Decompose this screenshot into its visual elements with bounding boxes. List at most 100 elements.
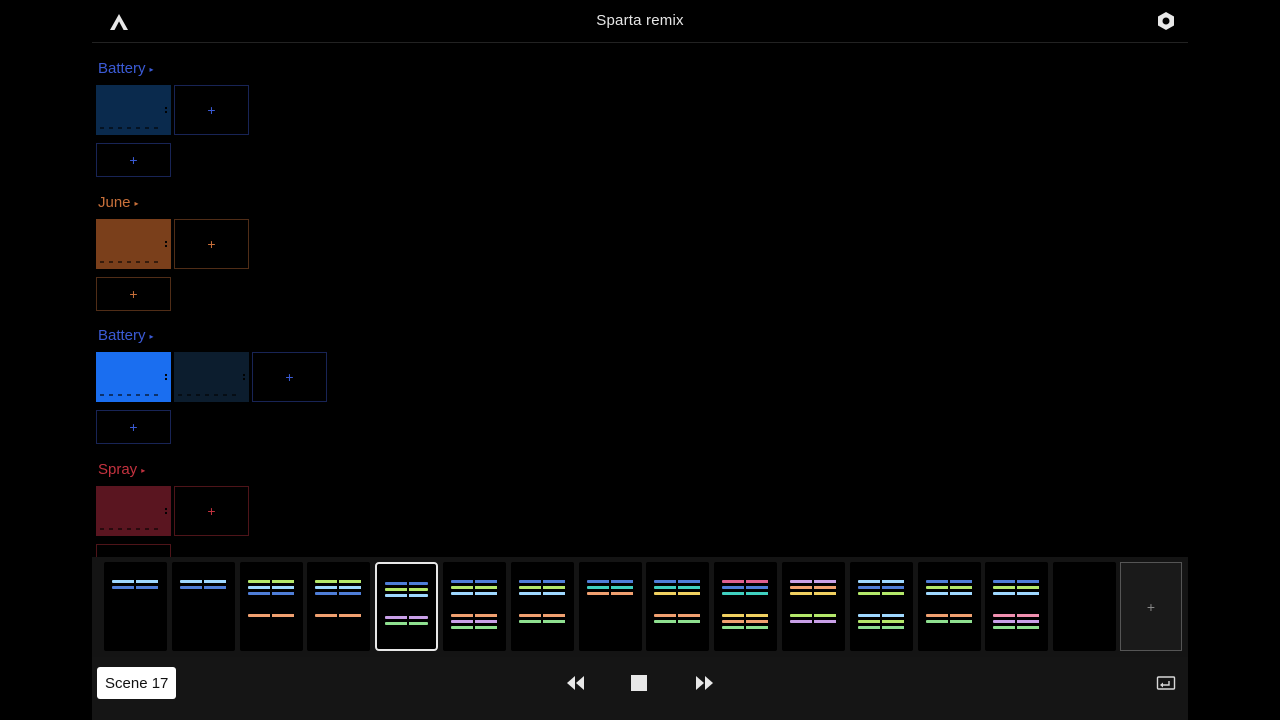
scene-track-bar: [518, 614, 566, 617]
add-track-clip-button[interactable]: +: [96, 410, 171, 444]
scene-track-bar: [451, 580, 498, 583]
scene-track-bar: [247, 592, 295, 595]
scene-track-bar: [451, 626, 498, 629]
scene-track-bar: [722, 626, 770, 629]
scene-track-bar: [722, 620, 770, 623]
scene-track-bar: [857, 614, 905, 617]
scene-track-bar: [315, 580, 363, 583]
scene-track-bar: [385, 582, 429, 585]
scene-track-bar: [993, 586, 1041, 589]
add-clip-button[interactable]: +: [174, 486, 249, 536]
add-track-clip-button[interactable]: +: [96, 143, 171, 177]
scene-track-bar: [518, 592, 566, 595]
track-name-label: June: [98, 194, 131, 211]
clip-menu-icon[interactable]: [165, 106, 167, 114]
scene-track-bar: [315, 592, 363, 595]
scene-track-bar: [925, 620, 973, 623]
scene-track-bar: [385, 588, 429, 591]
scene-track-bar: [179, 580, 227, 583]
clip[interactable]: [96, 486, 171, 536]
add-clip-button[interactable]: +: [174, 85, 249, 135]
clip[interactable]: [96, 352, 171, 402]
settings-icon[interactable]: [1156, 11, 1176, 31]
expand-arrow-icon: ▸: [134, 198, 139, 208]
scene-track-bar: [451, 614, 498, 617]
clip-pattern: [178, 394, 239, 396]
scene-track-bar: [925, 614, 973, 617]
track-name[interactable]: Battery ▸: [98, 327, 154, 344]
header: Sparta remix: [92, 0, 1188, 43]
scene-10[interactable]: [782, 562, 845, 651]
scene-track-bar: [451, 592, 498, 595]
scene-track-bar: [586, 586, 634, 589]
clip-menu-icon[interactable]: [243, 373, 245, 381]
clip-pattern: [100, 261, 161, 263]
scene-7[interactable]: [578, 562, 642, 651]
scene-strip: +: [92, 557, 1188, 660]
scene-track-bar: [790, 580, 837, 583]
scene-0[interactable]: [104, 562, 167, 660]
clip-pattern: [100, 394, 161, 396]
scene-track-bar: [722, 614, 770, 617]
loop-return-icon[interactable]: [1156, 675, 1176, 693]
scene-track-bar: [857, 580, 905, 583]
track-name[interactable]: Spray ▸: [98, 461, 145, 478]
scene-3[interactable]: [307, 562, 371, 660]
scene-4[interactable]: [375, 562, 439, 651]
expand-arrow-icon: ▸: [141, 465, 146, 475]
scene-6[interactable]: [510, 562, 574, 651]
scene-11[interactable]: [849, 562, 913, 651]
scene-8[interactable]: [646, 562, 710, 651]
clip[interactable]: [174, 352, 249, 402]
scene-track-bar: [993, 620, 1041, 623]
scene-track-bar: [518, 586, 566, 589]
fast-forward-icon[interactable]: [693, 673, 715, 693]
project-title: Sparta remix: [596, 12, 684, 29]
clip-pattern: [100, 528, 161, 530]
clip[interactable]: [96, 219, 171, 269]
track-name[interactable]: Battery ▸: [98, 60, 154, 77]
clip-menu-icon[interactable]: [165, 507, 167, 515]
scene-track-bar: [790, 620, 837, 623]
scene-12[interactable]: [917, 562, 981, 651]
add-clip-button[interactable]: +: [174, 219, 249, 269]
add-track-clip-button[interactable]: +: [96, 544, 171, 558]
add-clip-button[interactable]: +: [252, 352, 327, 402]
scene-13[interactable]: [985, 562, 1049, 651]
clip[interactable]: [96, 85, 171, 135]
scene-track-bar: [857, 620, 905, 623]
scene-5[interactable]: [443, 562, 506, 651]
clip-menu-icon[interactable]: [165, 240, 167, 248]
scene-track-bar: [451, 620, 498, 623]
scene-track-bar: [790, 586, 837, 589]
scene-track-bar: [112, 586, 159, 589]
track-name-label: Spray: [98, 461, 138, 478]
track-list: Battery▸++June▸++Battery▸++Spray▸++: [92, 43, 1188, 558]
scene-track-bar: [247, 580, 295, 583]
scene-track-bar: [925, 586, 973, 589]
rewind-icon[interactable]: [565, 673, 587, 693]
clip-menu-icon[interactable]: [165, 373, 167, 381]
scene-1[interactable]: [171, 562, 235, 660]
scene-track-bar: [993, 614, 1041, 617]
scene-14[interactable]: [1053, 562, 1117, 651]
scene-track-bar: [586, 580, 634, 583]
stop-icon[interactable]: [629, 673, 649, 693]
scene-track-bar: [790, 614, 837, 617]
scene-track-bar: [385, 594, 429, 597]
scene-track-bar: [857, 586, 905, 589]
scene-label[interactable]: Scene 17: [97, 667, 177, 699]
scene-track-bar: [925, 580, 973, 583]
scene-track-bar: [451, 586, 498, 589]
scene-track-bar: [179, 586, 227, 589]
scene-track-bar: [722, 592, 770, 595]
scene-9[interactable]: [714, 562, 778, 651]
scene-track-bar: [722, 586, 770, 589]
scene-2[interactable]: [239, 562, 303, 660]
scene-track-bar: [993, 626, 1041, 629]
add-scene-button[interactable]: +: [1120, 562, 1182, 651]
scene-track-bar: [518, 620, 566, 623]
scene-track-bar: [654, 620, 702, 623]
track-name[interactable]: June ▸: [98, 194, 139, 211]
add-track-clip-button[interactable]: +: [96, 277, 171, 311]
